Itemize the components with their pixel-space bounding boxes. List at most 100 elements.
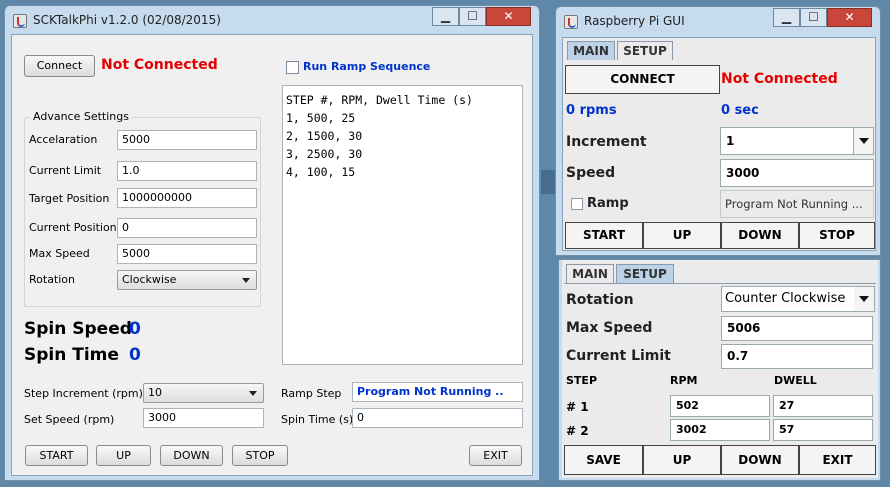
set-speed-field[interactable]: 3000: [143, 408, 264, 428]
stop-button[interactable]: STOP: [232, 445, 288, 466]
start-button[interactable]: START: [25, 445, 88, 466]
accel-field[interactable]: 5000: [117, 130, 257, 150]
minimize-button[interactable]: ▁: [432, 7, 459, 26]
down-button[interactable]: DOWN: [721, 445, 799, 475]
connect-button[interactable]: CONNECT: [565, 65, 720, 94]
chevron-down-icon: [242, 278, 250, 283]
close-button[interactable]: ✕: [827, 8, 872, 27]
step-header: STEP: [566, 374, 598, 387]
row-1-rpm[interactable]: 502: [670, 395, 770, 417]
ramp-line: 3, 2500, 30: [286, 147, 363, 161]
up-button[interactable]: UP: [643, 445, 721, 475]
sck-window: SCKTalkPhi v1.2.0 (02/08/2015) ▁ ☐ ✕ Con…: [4, 5, 540, 481]
down-button[interactable]: DOWN: [160, 445, 223, 466]
java-icon: [13, 14, 27, 28]
spin-speed-value: 0: [129, 319, 141, 339]
connection-status: Not Connected: [721, 71, 838, 87]
rpm-header: RPM: [670, 374, 698, 387]
dropdown-button[interactable]: [854, 287, 874, 311]
row-2-dwell[interactable]: 57: [773, 419, 873, 441]
increment-value: 1: [726, 134, 735, 148]
chevron-down-icon: [249, 391, 257, 396]
client-area: Connect Not Connected Run Ramp Sequence …: [11, 34, 533, 476]
title-bar[interactable]: SCKTalkPhi v1.2.0 (02/08/2015) ▁ ☐ ✕: [5, 6, 539, 36]
rotation-label: Rotation: [29, 273, 76, 286]
current-limit-label: Current Limit: [566, 348, 671, 364]
spin-time-s-label: Spin Time (s): [281, 413, 354, 426]
stop-button[interactable]: STOP: [799, 222, 875, 249]
tab-setup[interactable]: SETUP: [616, 264, 674, 283]
step-increment-label: Step Increment (rpm): [24, 387, 143, 400]
current-position-label: Current Position: [29, 221, 117, 234]
rpi-setup-window: MAIN SETUP Rotation Counter Clockwise Ma…: [558, 259, 881, 481]
dwell-header: DWELL: [774, 374, 817, 387]
row-1-dwell[interactable]: 27: [773, 395, 873, 417]
save-button[interactable]: SAVE: [564, 445, 643, 475]
dropdown-button[interactable]: [853, 128, 873, 154]
advance-settings-title: Advance Settings: [30, 110, 132, 123]
max-speed-field[interactable]: 5000: [117, 244, 257, 264]
ramp-label: Ramp: [587, 196, 629, 211]
row-2-rpm[interactable]: 3002: [670, 419, 770, 441]
current-limit-field[interactable]: 1.0: [117, 161, 257, 181]
step-increment-value: 10: [148, 386, 162, 399]
connect-button[interactable]: Connect: [24, 55, 95, 77]
tab-main[interactable]: MAIN: [567, 41, 615, 60]
minimize-button[interactable]: ▁: [773, 8, 800, 27]
target-position-field[interactable]: 1000000000: [117, 188, 257, 208]
spin-speed-label: Spin Speed: [24, 319, 132, 339]
java-icon: [564, 15, 578, 29]
ramp-line: 4, 100, 15: [286, 165, 356, 179]
connection-status: Not Connected: [101, 57, 218, 73]
exit-button[interactable]: EXIT: [799, 445, 876, 475]
ramp-checkbox[interactable]: [571, 198, 583, 210]
maximize-button[interactable]: ☐: [459, 7, 486, 26]
maximize-button[interactable]: ☐: [800, 8, 827, 27]
speed-label: Speed: [566, 165, 616, 181]
desktop-scrollbar: [541, 170, 555, 194]
start-button[interactable]: START: [565, 222, 643, 249]
spin-time-label: Spin Time: [24, 345, 119, 365]
current-position-field[interactable]: 0: [117, 218, 257, 238]
rpms-value: 0 rpms: [566, 103, 617, 118]
window-title: Raspberry Pi GUI: [584, 14, 685, 28]
ramp-sequence-label: Run Ramp Sequence: [303, 60, 431, 73]
client-area: MAIN SETUP CONNECT Not Connected 0 rpms …: [562, 37, 876, 251]
max-speed-field[interactable]: 5006: [721, 316, 873, 341]
spin-time-value: 0: [129, 345, 141, 365]
tab-main[interactable]: MAIN: [566, 264, 614, 283]
window-title: SCKTalkPhi v1.2.0 (02/08/2015): [33, 13, 221, 27]
current-limit-label: Current Limit: [29, 164, 102, 177]
current-limit-field[interactable]: 0.7: [721, 344, 873, 369]
ramp-text-area[interactable]: STEP #, RPM, Dwell Time (s) 1, 500, 25 2…: [282, 85, 523, 365]
up-button[interactable]: UP: [643, 222, 721, 249]
tab-divider: [564, 283, 876, 284]
accel-label: Accelaration: [29, 133, 98, 146]
row-2-step: # 2: [566, 424, 589, 438]
title-bar[interactable]: Raspberry Pi GUI ▁ ☐ ✕: [556, 7, 880, 37]
ramp-step-field: Program Not Running ..: [352, 382, 523, 402]
up-button[interactable]: UP: [96, 445, 151, 466]
set-speed-label: Set Speed (rpm): [24, 413, 115, 426]
close-button[interactable]: ✕: [486, 7, 531, 26]
ramp-step-label: Ramp Step: [281, 387, 342, 400]
sec-value: 0 sec: [721, 103, 759, 118]
tab-setup[interactable]: SETUP: [617, 41, 673, 60]
speed-field[interactable]: 3000: [720, 159, 874, 187]
max-speed-label: Max Speed: [566, 320, 653, 336]
rpi-window: Raspberry Pi GUI ▁ ☐ ✕ MAIN SETUP CONNEC…: [555, 6, 881, 256]
increment-label: Increment: [566, 134, 647, 150]
ramp-line: 1, 500, 25: [286, 111, 356, 125]
rotation-select[interactable]: Clockwise: [117, 270, 257, 290]
ramp-checkbox[interactable]: [286, 61, 299, 74]
exit-button[interactable]: EXIT: [469, 445, 522, 466]
down-button[interactable]: DOWN: [721, 222, 799, 249]
step-increment-select[interactable]: 10: [143, 383, 264, 403]
row-1-step: # 1: [566, 400, 589, 414]
rotation-select[interactable]: Counter Clockwise: [721, 286, 875, 312]
ramp-line: STEP #, RPM, Dwell Time (s): [286, 93, 473, 107]
spin-time-s-field[interactable]: 0: [352, 408, 523, 428]
increment-select[interactable]: 1: [720, 127, 874, 155]
target-position-label: Target Position: [29, 192, 110, 205]
rotation-label: Rotation: [566, 292, 634, 308]
